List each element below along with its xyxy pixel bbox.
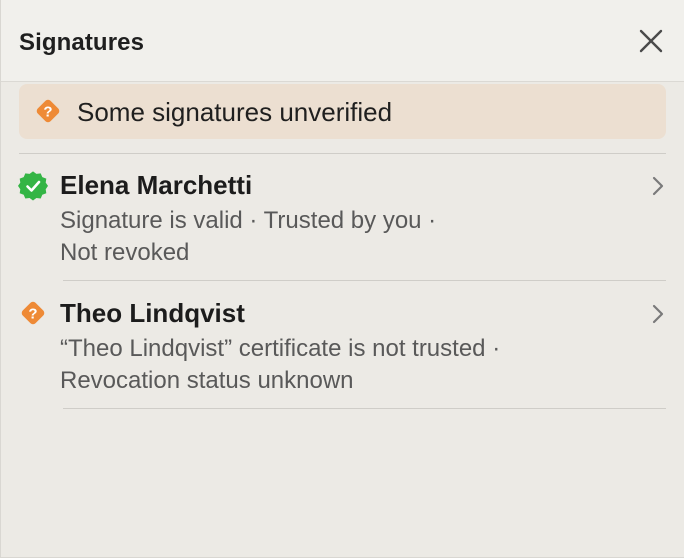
signature-detail-line: Signature is valid · Trusted by you · (60, 207, 437, 234)
signature-detail-line: “Theo Lindqvist” certificate is not trus… (60, 335, 501, 362)
chevron-right-icon (652, 176, 664, 196)
signer-name: Theo Lindqvist (60, 298, 245, 328)
panel-title: Signatures (19, 29, 145, 56)
panel-header: Signatures (1, 0, 684, 82)
warning-question-icon: ? (36, 99, 60, 123)
svg-text:?: ? (28, 306, 37, 323)
verification-warning-banner: ? Some signatures unverified (19, 84, 666, 139)
signature-detail-line: Not revoked (60, 239, 190, 266)
verified-check-icon (18, 171, 48, 201)
signature-detail-line: Revocation status unknown (60, 367, 354, 394)
signatures-panel: Signatures ? Some signatures unverified … (0, 0, 684, 558)
signature-item-elena-marchetti[interactable]: Elena Marchetti Signature is valid · Tru… (1, 158, 684, 280)
signer-name: Elena Marchetti (60, 170, 253, 200)
divider (63, 408, 666, 409)
divider (63, 280, 666, 281)
banner-text: Some signatures unverified (77, 97, 393, 127)
svg-text:?: ? (43, 104, 52, 121)
close-button[interactable] (636, 26, 666, 56)
warning-question-icon: ? (21, 301, 45, 325)
close-icon (639, 29, 663, 53)
signature-item-theo-lindqvist[interactable]: ? Theo Lindqvist “Theo Lindqvist” certif… (1, 286, 684, 408)
chevron-right-icon (652, 304, 664, 324)
divider (19, 153, 666, 154)
